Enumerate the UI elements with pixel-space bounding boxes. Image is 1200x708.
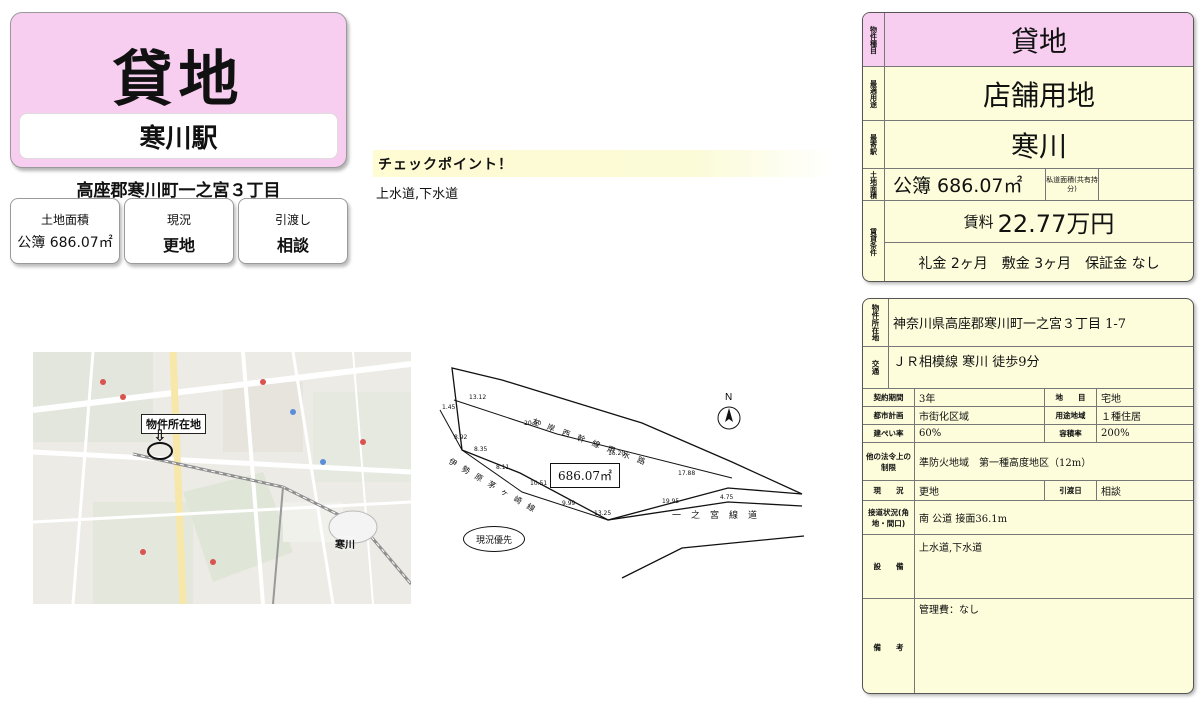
dimension-label: 10.51 [530, 480, 548, 487]
coverage-label: 建ぺい率 [863, 425, 915, 442]
detail-cityplan-row: 都市計画 市街化区域 用途地域 １種住居 [863, 407, 1193, 425]
dimension-label: 8.11 [496, 464, 510, 471]
deposit-conditions: 礼金 2ヶ月 敷金 3ヶ月 保証金 なし [918, 256, 1160, 272]
current-status-card: 現況 更地 [124, 198, 234, 264]
dimension-label: 1.45 [442, 404, 456, 411]
zoning-value: １種住居 [1101, 412, 1141, 423]
facility-label: 設 備 [863, 535, 915, 598]
far-value: 200% [1101, 428, 1130, 439]
remarks-label: 備 考 [863, 599, 915, 693]
plot-area-value: 686.07㎡ [550, 463, 620, 488]
city-plan-value: 市街化区域 [915, 407, 1045, 424]
other-law-value: 準防火地域 第一種高度地区（12m） [919, 458, 1092, 469]
plot-diagram: N 13.12 20.40 15.20 17.88 4.75 19.95 13.… [432, 360, 812, 595]
summary-area-row: 土地面積 公簿 686.07㎡ 私道面積(共有持分) [863, 169, 1193, 201]
transport-value: ＪＲ相模線 寒川 徒歩9分 [893, 355, 1040, 370]
checkpoint-banner: チェックポイント！ [373, 150, 835, 177]
title-card: 貸地 寒川駅 [10, 12, 347, 168]
checkpoint-text: 上水道,下水道 [376, 187, 459, 202]
location-map: 物件所在地 ⇩ 寒川 [33, 352, 411, 604]
land-area-value: 公簿 686.07㎡ [17, 235, 113, 251]
detail-facility-row: 設 備 上水道,下水道 [863, 535, 1193, 599]
detail-contract-row: 契約期間 3年 地 目 宅地 [863, 389, 1193, 407]
detail-road-row: 接道状況(角地・間口) 南 公道 接面36.1m [863, 501, 1193, 535]
city-plan-label: 都市計画 [863, 407, 915, 424]
summary-lease-label: 賃貸条件 [863, 201, 885, 281]
land-area-card: 土地面積 公簿 686.07㎡ [10, 198, 120, 264]
map-property-label: 物件所在地 [141, 414, 206, 434]
summary-lease-row: 賃貸条件 賃料 22.77万円 礼金 2ヶ月 敷金 3ヶ月 保証金 なし [863, 201, 1193, 281]
summary-use-row: 最適用途 店舗用地 [863, 67, 1193, 121]
current-label: 現 況 [863, 481, 915, 500]
rent-line: 賃料 22.77万円 [885, 201, 1193, 243]
detail-transport-row: 交通 ＪＲ相模線 寒川 徒歩9分 [863, 347, 1193, 389]
summary-type-value: 貸地 [885, 13, 1193, 66]
summary-station-label: 最寄駅 [863, 121, 885, 168]
detail-table: 物件所在地 神奈川県高座郡寒川町一之宮３丁目 1-7 交通 ＪＲ相模線 寒川 徒… [862, 298, 1194, 694]
detail-otherlaw-row: 他の法令上の制限 準防火地域 第一種高度地区（12m） [863, 443, 1193, 481]
summary-panel: 物件種目 貸地 最適用途 店舗用地 最寄駅 寒川 土地面積 公簿 686.07㎡… [862, 12, 1194, 282]
summary-use-label: 最適用途 [863, 67, 885, 120]
location-value: 神奈川県高座郡寒川町一之宮３丁目 1-7 [893, 317, 1127, 332]
dimension-label: 17.88 [678, 470, 696, 477]
rent-value: 22.77万円 [997, 210, 1115, 238]
north-compass-icon: N [717, 392, 741, 430]
private-road-label: 私道面積(共有持分) [1045, 169, 1099, 200]
facility-value: 上水道,下水道 [919, 543, 983, 554]
detail-remarks-row: 備 考 管理費：なし [863, 599, 1193, 693]
current-status-label: 現況 [166, 213, 191, 227]
land-area-label: 土地面積 [40, 213, 89, 227]
current-status-value: 更地 [162, 236, 195, 255]
road-value: 南 公道 接面36.1m [919, 514, 1008, 525]
dimension-label: 4.75 [720, 494, 734, 501]
zoning-label: 用途地域 [1045, 407, 1097, 424]
land-category-value: 宅地 [1101, 394, 1121, 405]
coverage-value: 60% [915, 425, 1045, 442]
handover-date-value: 相談 [1101, 487, 1121, 498]
location-label: 物件所在地 [863, 299, 889, 346]
detail-current-row: 現 況 更地 引渡日 相談 [863, 481, 1193, 501]
detail-location-row: 物件所在地 神奈川県高座郡寒川町一之宮３丁目 1-7 [863, 299, 1193, 347]
plot-priority-note: 現況優先 [463, 526, 525, 552]
current-value: 更地 [915, 481, 1045, 500]
road-label: 接道状況(角地・間口) [863, 501, 915, 534]
summary-type-row: 物件種目 貸地 [863, 13, 1193, 67]
checkpoint-title: チェックポイント！ [378, 157, 513, 173]
map-station-label: 寒川 [335, 536, 355, 551]
handover-date-label: 引渡日 [1045, 481, 1097, 500]
detail-coverage-row: 建ぺい率 60% 容積率 200% [863, 425, 1193, 443]
summary-station-row: 最寄駅 寒川 [863, 121, 1193, 169]
map-image [33, 352, 411, 604]
road-label-ichinomiya: 一之宮線道 [672, 511, 768, 521]
contract-period-value: 3年 [915, 389, 1045, 406]
far-label: 容積率 [1045, 425, 1097, 442]
page-title: 貸地 [112, 45, 245, 115]
dimension-label: 13.25 [594, 510, 612, 517]
dimension-label: 19.95 [662, 498, 680, 505]
station-name: 寒川駅 [19, 113, 338, 159]
contract-period-label: 契約期間 [863, 389, 915, 406]
summary-area-label: 土地面積 [863, 169, 885, 200]
remarks-value: 管理費：なし [919, 605, 979, 616]
rent-label: 賃料 [963, 213, 994, 231]
dimension-label: 8.35 [474, 446, 488, 453]
handover-label: 引渡し [274, 213, 311, 227]
dimension-label: 8.92 [454, 434, 468, 441]
summary-use-value: 店舗用地 [982, 78, 1095, 112]
transport-label: 交通 [863, 347, 889, 388]
summary-station-value: 寒川 [1010, 129, 1067, 163]
summary-area-value: 公簿 686.07㎡ [893, 175, 1023, 197]
summary-type-label: 物件種目 [863, 13, 885, 66]
svg-text:N: N [725, 392, 732, 403]
dimension-label: 9.99 [562, 500, 576, 507]
property-marker [147, 442, 173, 460]
handover-card: 引渡し 相談 [238, 198, 348, 264]
dimension-label: 13.12 [469, 394, 487, 401]
land-category-label: 地 目 [1045, 389, 1097, 406]
other-law-label: 他の法令上の制限 [863, 443, 915, 480]
handover-value: 相談 [276, 236, 309, 255]
